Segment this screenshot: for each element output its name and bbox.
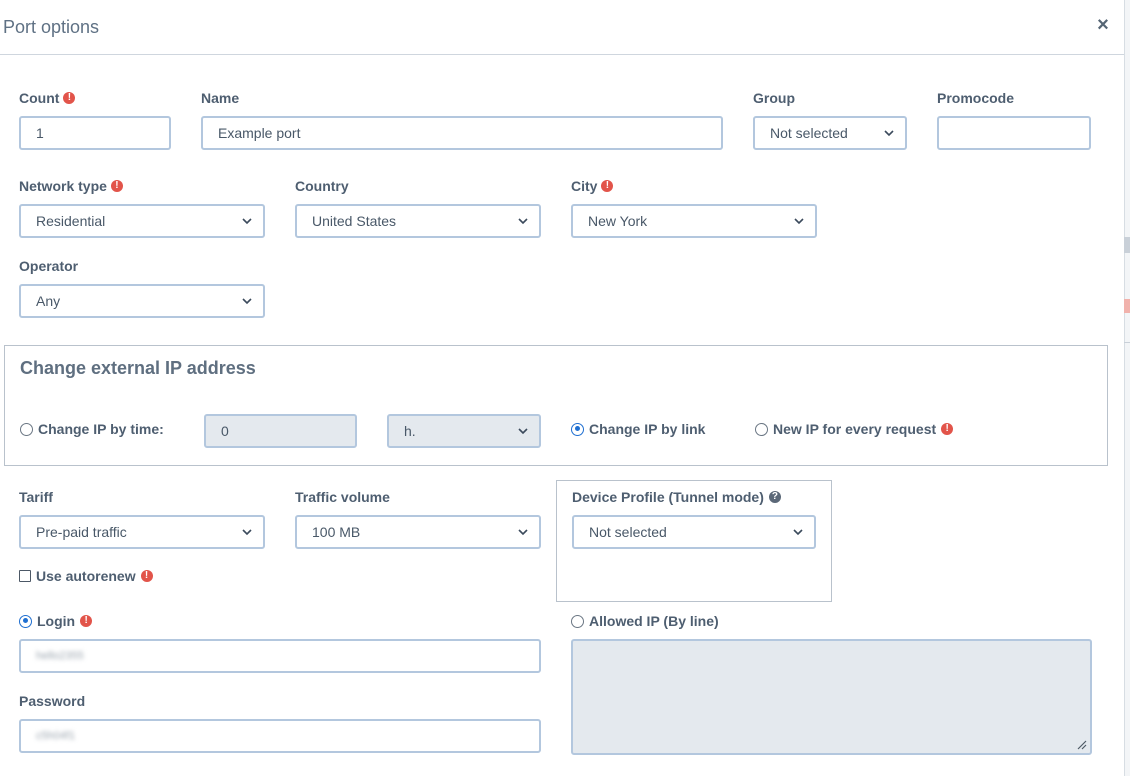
chevron-down-icon	[518, 428, 528, 435]
change-ip-interval-input[interactable]: 0	[204, 414, 357, 448]
group-select[interactable]: Not selected	[753, 116, 907, 150]
radio-button-selected[interactable]	[571, 422, 584, 436]
name-input[interactable]: Example port	[201, 116, 723, 150]
new-ip-every-request-option[interactable]: New IP for every request !	[755, 421, 954, 437]
chevron-down-icon	[242, 298, 252, 305]
background-edge-mark	[1124, 299, 1130, 313]
change-ip-by-time-option[interactable]: Change IP by time:	[20, 421, 164, 437]
close-icon[interactable]: ×	[1094, 14, 1112, 36]
chevron-down-icon	[884, 130, 894, 137]
allowed-ip-option[interactable]: Allowed IP (By line)	[571, 613, 719, 629]
promocode-label: Promocode	[937, 90, 1015, 106]
city-label: City!	[571, 178, 614, 194]
device-profile-select[interactable]: Not selected	[572, 515, 816, 549]
chevron-down-icon	[794, 218, 804, 225]
country-label: Country	[295, 178, 349, 194]
new-ip-every-request-label: New IP for every request	[773, 421, 937, 437]
radio-button[interactable]	[20, 422, 33, 436]
group-label: Group	[753, 90, 795, 106]
chevron-down-icon	[242, 529, 252, 536]
allowed-ip-textarea[interactable]	[571, 639, 1092, 755]
city-select[interactable]: New York	[571, 204, 817, 238]
tariff-label: Tariff	[19, 489, 53, 505]
background-edge-mark	[1124, 237, 1130, 253]
traffic-volume-select[interactable]: 100 MB	[295, 515, 541, 549]
change-ip-unit-select[interactable]: h.	[387, 414, 541, 448]
dialog-header	[0, 0, 1124, 55]
background-edge	[1124, 0, 1130, 776]
chevron-down-icon	[518, 218, 528, 225]
help-icon[interactable]: ?	[768, 491, 781, 503]
network-type-select[interactable]: Residential	[19, 204, 265, 238]
password-label: Password	[19, 693, 86, 709]
chevron-down-icon	[793, 529, 803, 536]
warning-icon: !	[941, 423, 954, 435]
resize-handle-icon[interactable]	[1075, 738, 1087, 750]
operator-label: Operator	[19, 258, 79, 274]
allowed-ip-label: Allowed IP (By line)	[589, 613, 719, 629]
change-ip-by-time-label: Change IP by time:	[38, 421, 164, 437]
chevron-down-icon	[518, 529, 528, 536]
operator-select[interactable]: Any	[19, 284, 265, 318]
login-option[interactable]: Login !	[19, 613, 93, 629]
dialog-title: Port options	[3, 17, 100, 37]
ip-change-title: Change external IP address	[20, 358, 256, 378]
name-label: Name	[201, 90, 240, 106]
warning-icon: !	[63, 92, 76, 104]
warning-icon: !	[80, 615, 93, 627]
promocode-input[interactable]	[937, 116, 1091, 150]
background-edge-line	[1124, 342, 1130, 343]
tariff-select[interactable]: Pre-paid traffic	[19, 515, 265, 549]
device-profile-label: Device Profile (Tunnel mode)?	[572, 489, 781, 505]
country-select[interactable]: United States	[295, 204, 541, 238]
change-ip-by-link-option[interactable]: Change IP by link	[571, 421, 705, 437]
warning-icon: !	[110, 180, 123, 192]
password-input[interactable]: c5h04f1	[19, 719, 541, 753]
radio-button[interactable]	[755, 422, 768, 436]
chevron-down-icon	[242, 218, 252, 225]
network-type-label: Network type!	[19, 178, 123, 194]
warning-icon: !	[601, 180, 614, 192]
count-label: Count!	[19, 90, 76, 106]
radio-button[interactable]	[571, 614, 584, 628]
change-ip-by-link-label: Change IP by link	[589, 421, 706, 437]
radio-button-selected[interactable]	[19, 614, 32, 628]
traffic-volume-label: Traffic volume	[295, 489, 390, 505]
autorenew-option[interactable]: Use autorenew !	[19, 568, 153, 584]
warning-icon: !	[140, 570, 153, 582]
login-label: Login	[37, 613, 76, 629]
login-input[interactable]: hello2355	[19, 639, 541, 673]
autorenew-label: Use autorenew	[36, 568, 136, 584]
count-input[interactable]: 1	[19, 116, 171, 150]
autorenew-checkbox[interactable]	[19, 570, 31, 582]
